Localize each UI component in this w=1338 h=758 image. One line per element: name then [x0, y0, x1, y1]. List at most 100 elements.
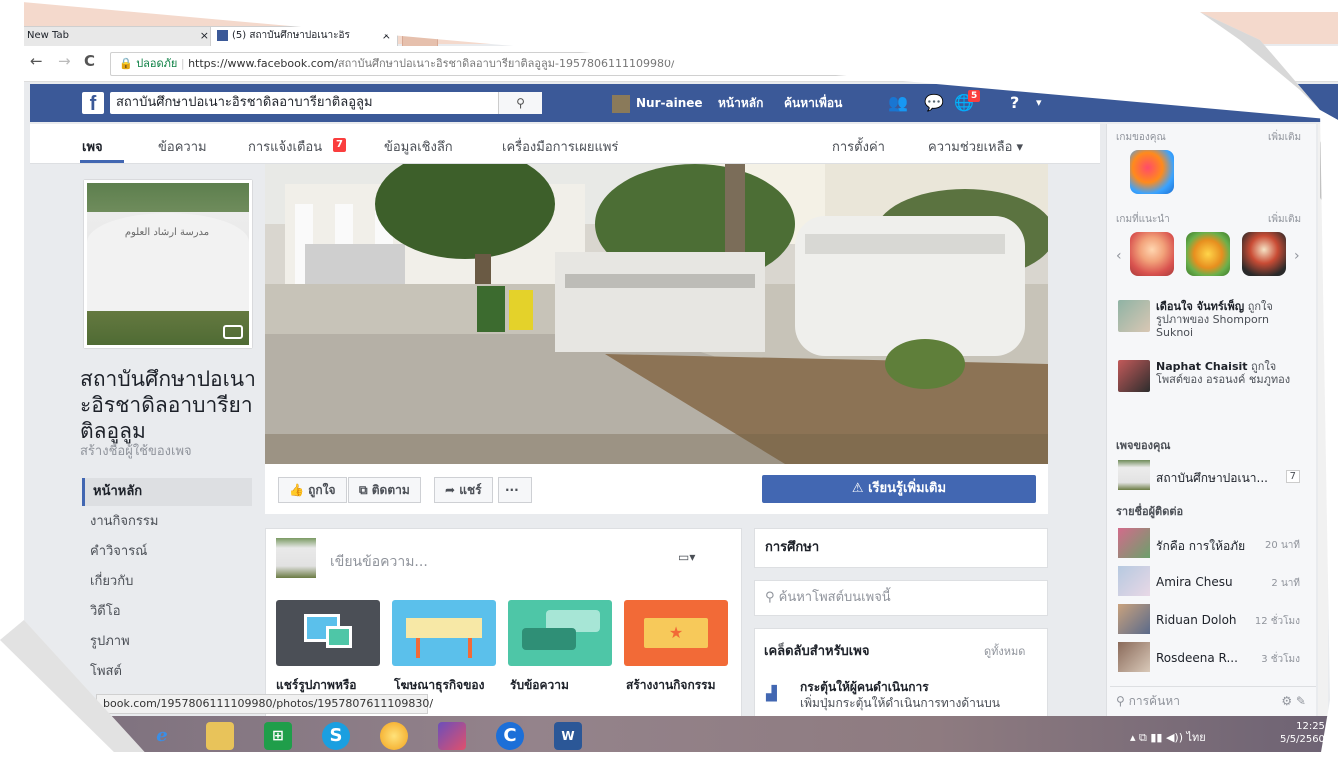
share-label: แชร์: [459, 483, 482, 497]
gear-icon[interactable]: ⚙ ✎: [1281, 687, 1306, 715]
help-menu[interactable]: ความช่วยเหลือ ▾: [928, 136, 1023, 157]
file-explorer-icon[interactable]: [206, 722, 234, 750]
your-page-row[interactable]: สถาบันศึกษาปอเนา... 7: [1118, 460, 1304, 492]
marble-game-icon[interactable]: [1186, 232, 1230, 276]
share-button[interactable]: ➦ แชร์: [434, 477, 493, 503]
facebook-logo[interactable]: f: [82, 92, 104, 115]
get-messages-label[interactable]: รับข้อความ: [510, 676, 569, 695]
forward-arrow-icon[interactable]: →: [58, 52, 71, 70]
screenshot: New Tab × (5) สถาบันศึกษาปอเนาะอิร × ← →…: [0, 0, 1338, 758]
image-picker-icon[interactable]: ▭▾: [678, 550, 695, 564]
billboard-icon: [406, 618, 482, 638]
profile-link[interactable]: Nur-ainee: [612, 94, 703, 113]
home-link[interactable]: หน้าหลัก: [718, 94, 763, 112]
system-tray[interactable]: ▴ ⧉ ▮▮ ◀)) ไทย: [1130, 728, 1206, 746]
tab-label: New Tab: [27, 30, 69, 41]
create-event-label[interactable]: สร้างงานกิจกรรม: [626, 676, 716, 695]
contact-row[interactable]: รักคือ การให้อภัย 20 นาที: [1118, 528, 1304, 560]
create-event-tile[interactable]: ★: [624, 600, 728, 666]
left-nav-about[interactable]: เกี่ยวกับ: [82, 568, 252, 596]
chat-search-input[interactable]: ⚲ การค้นหา ⚙ ✎: [1110, 686, 1316, 716]
write-post-input[interactable]: เขียนข้อความ...: [330, 551, 428, 573]
contact-row[interactable]: Riduan Doloh 12 ชั่วโมง: [1118, 604, 1304, 636]
left-nav-events[interactable]: งานกิจกรรม: [82, 508, 252, 536]
chrome-icon[interactable]: C: [496, 722, 524, 750]
messages-icon[interactable]: 💬: [924, 92, 944, 114]
page-category[interactable]: การศึกษา: [754, 528, 1048, 568]
chevron-left-icon[interactable]: ‹: [1116, 248, 1122, 264]
tab-close-icon[interactable]: ×: [382, 27, 391, 45]
friend-requests-icon[interactable]: 👥: [888, 92, 908, 114]
contact-name: รักคือ การให้อภัย: [1156, 539, 1246, 553]
clock[interactable]: 12:25 5/5/2560: [1280, 720, 1325, 746]
tab-publishing-tools[interactable]: เครื่องมือการเผยแพร่: [502, 136, 618, 157]
like-button[interactable]: 👍 ถูกใจ: [278, 477, 347, 503]
see-more-link[interactable]: เพิ่มเติม: [1268, 130, 1301, 145]
contact-row[interactable]: Amira Chesu 2 นาที: [1118, 566, 1304, 598]
ninja-game-icon[interactable]: [1242, 232, 1286, 276]
bookmark-star-icon[interactable]: ☆: [1206, 54, 1219, 72]
ticker-item[interactable]: เดือนใจ จันทร์เพ็ญ ถูกใจรูปภาพของ Shompo…: [1118, 300, 1298, 350]
camera-icon[interactable]: [223, 325, 243, 339]
share-photo-label[interactable]: แชร์รูปภาพหรือ: [276, 676, 357, 695]
address-bar[interactable]: 🔒 ปลอดภัย | https://www.facebook.com/สถา…: [110, 52, 1230, 76]
left-nav-home[interactable]: หน้าหลัก: [82, 478, 252, 506]
arabic-script-graphic: مدرسة ارشاد العلوم: [124, 227, 210, 238]
page-profile-picture[interactable]: مدرسة ارشاد العلوم: [84, 180, 252, 348]
left-nav-videos[interactable]: วิดีโอ: [82, 598, 252, 626]
learn-more-button[interactable]: ⚠ เรียนรู้เพิ่มเติม: [762, 475, 1036, 503]
tab-new-tab[interactable]: New Tab ×: [20, 26, 216, 46]
chevron-right-icon[interactable]: ›: [1294, 248, 1300, 264]
follow-button[interactable]: ⧉ ติดตาม: [348, 477, 421, 503]
settings-link[interactable]: การตั้งค่า: [832, 136, 885, 157]
scrollbar[interactable]: [1318, 124, 1328, 724]
page-title[interactable]: สถาบันศึกษาปอเนาะอิรชาดิลอาบารียาติลอูลู…: [80, 366, 260, 444]
left-nav-photos[interactable]: รูปภาพ: [82, 628, 252, 656]
tab-insights[interactable]: ข้อมูลเชิงลึก: [384, 136, 453, 157]
reload-icon[interactable]: C: [84, 52, 95, 70]
media-icon[interactable]: [438, 722, 466, 750]
page-post-search[interactable]: ⚲ ค้นหาโพสต์บนเพจนี้: [754, 580, 1048, 616]
scrollbar-thumb[interactable]: [1320, 140, 1326, 200]
lock-icon: 🔒: [119, 57, 133, 70]
promote-business-label[interactable]: โฆษณาธุรกิจของ: [394, 676, 484, 695]
more-options-button[interactable]: ···: [498, 477, 532, 503]
tab-facebook-page[interactable]: (5) สถาบันศึกษาปอเนาะอิร ×: [210, 26, 398, 46]
secure-label: ปลอดภัย: [136, 57, 178, 70]
language-indicator[interactable]: ไทย: [1187, 731, 1206, 744]
candy-crush-game-icon[interactable]: [1130, 150, 1174, 194]
url-path: สถาบันศึกษาปอเนาะอิรชาดิลอาบารียาติลอูลู…: [337, 57, 675, 70]
contact-row[interactable]: Rosdeena R... 3 ชั่วโมง: [1118, 642, 1304, 674]
get-messages-tile[interactable]: [508, 600, 612, 666]
app-icon[interactable]: [380, 722, 408, 750]
ticker-item[interactable]: Naphat Chaisit ถูกใจโพสต์ของ อรอนงค์ ชมภ…: [1118, 360, 1298, 410]
new-tab-button[interactable]: [402, 28, 438, 48]
internet-explorer-icon[interactable]: e: [148, 722, 176, 750]
skype-icon[interactable]: S: [322, 722, 350, 750]
promote-business-tile[interactable]: [392, 600, 496, 666]
word-icon[interactable]: W: [554, 722, 582, 750]
left-nav-posts[interactable]: โพสต์: [82, 658, 252, 686]
search-input[interactable]: สถาบันศึกษาปอเนาะอิรชาดิลอาบารียาติลอูลู…: [110, 92, 542, 114]
avatar: [1118, 528, 1150, 558]
cooking-game-icon[interactable]: [1130, 232, 1174, 276]
link-status-url: book.com/1957806111109980/photos/1957807…: [96, 694, 433, 714]
share-photo-tile[interactable]: [276, 600, 380, 666]
chevron-down-icon[interactable]: ▾: [1036, 92, 1042, 114]
find-friends-link[interactable]: ค้นหาเพื่อน: [784, 94, 842, 112]
tab-close-icon[interactable]: ×: [200, 27, 209, 45]
help-icon[interactable]: ?: [1010, 92, 1019, 114]
search-icon[interactable]: ⚲: [498, 92, 542, 114]
left-nav-reviews[interactable]: คำวิจารณ์: [82, 538, 252, 566]
cover-photo[interactable]: [265, 164, 1048, 464]
avatar: [1118, 642, 1150, 672]
see-more-link[interactable]: เพิ่มเติม: [1268, 212, 1301, 227]
store-icon[interactable]: ⊞: [264, 722, 292, 750]
tab-page[interactable]: เพจ: [82, 136, 103, 157]
avatar: [1118, 604, 1150, 634]
see-all-link[interactable]: ดูทั้งหมด: [984, 642, 1025, 660]
back-arrow-icon[interactable]: ←: [30, 52, 43, 70]
tab-messages[interactable]: ข้อความ: [158, 136, 207, 157]
create-username-link[interactable]: สร้างชื่อผู้ใช้ของเพจ: [80, 440, 192, 461]
tab-notifications[interactable]: การแจ้งเตือน: [248, 136, 322, 157]
